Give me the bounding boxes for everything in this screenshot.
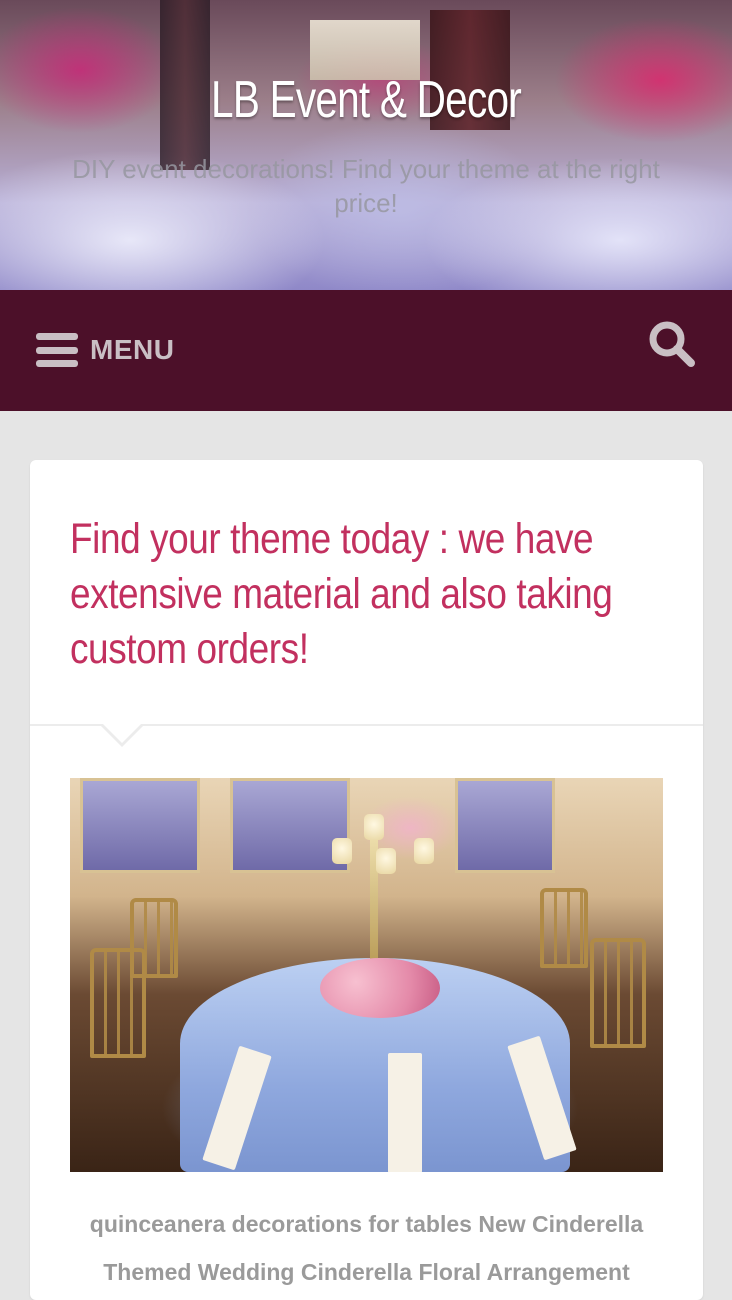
site-title[interactable]: LB Event & Decor: [81, 70, 652, 130]
menu-label: MENU: [90, 334, 175, 365]
image-candle: [364, 814, 384, 840]
site-tagline: DIY event decorations! Find your theme a…: [72, 154, 660, 218]
image-candle: [376, 848, 396, 874]
image-wall-mirror: [455, 778, 555, 873]
divider-notch: [100, 723, 144, 747]
image-chair: [590, 938, 646, 1048]
site-header-banner: LB Event & Decor DIY event decorations! …: [0, 0, 732, 290]
image-chair: [130, 898, 178, 978]
main-navigation-bar: MENU: [0, 290, 732, 411]
search-icon: [649, 321, 695, 367]
image-floral-centerpiece: [320, 958, 440, 1018]
post-title[interactable]: Find your theme today : we have extensiv…: [70, 512, 672, 677]
image-candelabra: [370, 818, 378, 968]
image-chair: [540, 888, 588, 968]
search-button[interactable]: [646, 318, 698, 370]
featured-image[interactable]: [70, 778, 663, 1172]
post-card: Find your theme today : we have extensiv…: [30, 460, 703, 1300]
image-caption: quinceanera decorations for tables New C…: [89, 1211, 644, 1285]
image-napkin: [388, 1053, 422, 1172]
menu-button[interactable]: MENU: [36, 328, 174, 372]
image-candle: [332, 838, 352, 864]
hamburger-icon: [36, 333, 78, 367]
image-candle: [414, 838, 434, 864]
image-wall-mirror: [80, 778, 200, 873]
